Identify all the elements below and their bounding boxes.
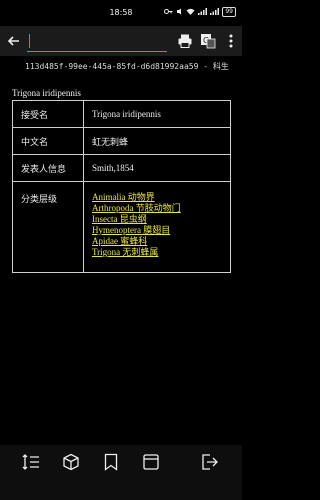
url-display[interactable]: 113d485f-99ee-445a-85fd-d6d81992aa59 - 科… — [0, 56, 242, 78]
back-arrow-icon[interactable] — [6, 33, 22, 49]
exit-icon[interactable] — [200, 453, 218, 471]
translate-icon[interactable]: G — [200, 33, 216, 49]
row-value: Smith,1854 — [83, 154, 231, 182]
taxonomy-link-class[interactable]: Insecta 昆虫纲 — [92, 214, 230, 225]
row-label: 发表人信息 — [12, 154, 84, 182]
more-options-icon[interactable] — [223, 33, 239, 49]
page-title: Trigona iridipennis — [12, 88, 81, 98]
table-row: 分类层级 Animalia 动物界 Arthropoda 节肢动物门 Insec… — [12, 181, 231, 273]
table-row: 中文名 虹无刺蜂 — [12, 127, 231, 155]
bottom-toolbar — [0, 445, 242, 500]
status-bar: 18:58 99 — [0, 0, 242, 26]
wifi-icon — [186, 8, 195, 17]
table-row: 发表人信息 Smith,1854 — [12, 154, 231, 182]
species-info-table: 接受名 Trigona iridipennis 中文名 虹无刺蜂 发表人信息 S… — [12, 100, 231, 273]
url-input[interactable] — [27, 31, 167, 52]
row-label: 接受名 — [12, 100, 84, 128]
taxonomy-link-order[interactable]: Hymenoptera 膜翅目 — [92, 225, 230, 236]
table-row: 接受名 Trigona iridipennis — [12, 100, 231, 128]
cube-icon[interactable] — [62, 453, 80, 471]
url-text: 113d485f-99ee-445a-85fd-d6d81992aa59 - 科… — [25, 62, 229, 71]
taxonomy-link-genus[interactable]: Trigona 无刺蜂属 — [92, 247, 230, 258]
signal-icon — [198, 7, 208, 17]
text-cursor — [29, 34, 30, 48]
row-value: 虹无刺蜂 — [83, 127, 231, 155]
taxonomy-link-phylum[interactable]: Arthropoda 节肢动物门 — [92, 203, 230, 214]
print-icon[interactable] — [177, 33, 193, 49]
taxonomy-link-kingdom[interactable]: Animalia 动物界 — [92, 192, 230, 203]
mute-icon — [176, 8, 183, 17]
bookmark-icon[interactable] — [102, 453, 120, 471]
signal-icon-2 — [210, 7, 220, 17]
taxonomy-links: Animalia 动物界 Arthropoda 节肢动物门 Insecta 昆虫… — [83, 181, 231, 273]
key-icon — [164, 8, 173, 17]
status-icons: 99 — [164, 7, 236, 17]
battery-icon: 99 — [222, 7, 236, 17]
row-value: Trigona iridipennis — [83, 100, 231, 128]
row-label: 分类层级 — [12, 181, 84, 273]
tabs-icon[interactable] — [142, 453, 160, 471]
browser-toolbar: G — [0, 26, 242, 56]
taxonomy-link-family[interactable]: Apidae 蜜蜂科 — [92, 236, 230, 247]
row-label: 中文名 — [12, 127, 84, 155]
line-spacing-icon[interactable] — [22, 453, 40, 471]
